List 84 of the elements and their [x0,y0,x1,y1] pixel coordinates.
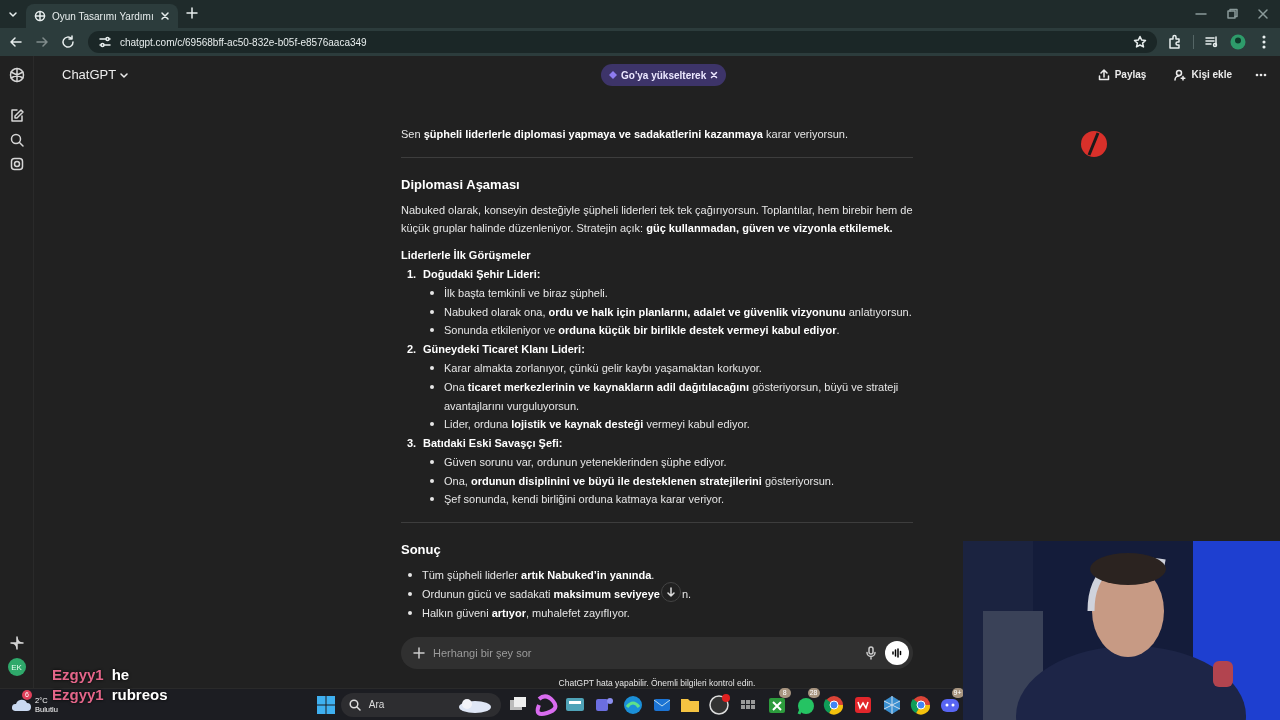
paragraph: Nabuked olarak, konseyin desteğiyle şüpheli liderleri tek tek çağırıyorsun. Toplantılar, hem birebir hem de küçük gruplar halinde düzenleniyor. Stratejin açık: güç kullanmadan, güven ve vizyonla etkilemek. [401,202,913,237]
close-icon[interactable] [1255,8,1271,20]
chat-username: Ezgyy1 [52,666,104,683]
list-number: 1. [407,266,418,282]
start-icon[interactable] [316,694,336,715]
bullet-dot [430,328,434,333]
url-text: chatgpt.com/c/69568bff-ac50-832e-b05f-e8576aaca349 [120,36,368,48]
list-item-title: Güneydeki Ticaret Klanı Lideri: [423,342,585,358]
list-item-text: Lider, orduna lojistik ve kaynak desteği vermeyi kabul ediyor. [444,417,750,433]
chat-message: rubreos [111,686,168,703]
bullet-dot [430,459,434,464]
voice-mode-button[interactable] [885,641,909,665]
bullet-dot [430,422,434,427]
tab-title: Oyun Tasarımı Yardımı [52,10,154,22]
share-icon [1097,68,1110,81]
list-number: 2. [407,342,418,358]
bullet-dot [430,384,434,389]
add-person-button[interactable]: Kişi ekle [1168,67,1238,82]
arrow-down-icon [665,586,676,597]
plus-icon[interactable] [413,647,425,659]
disclaimer-text: ChatGPT hata yapabilir. Önemli bilgileri kontrol edin. [557,678,757,688]
close-icon[interactable] [160,11,170,21]
bullet-dot [430,497,434,502]
list-item-text: Karar almakta zorlanıyor, çünkü gelir kaybı yaşamaktan korkuyor. [444,360,762,376]
new-chat-icon[interactable] [8,108,25,124]
library-icon[interactable] [8,156,25,172]
search-icon[interactable] [8,132,25,148]
list-item-text: İlk başta temkinli ve biraz şüpheli. [444,285,608,301]
search-icon [348,698,361,711]
swirl-icon[interactable] [534,692,559,717]
bullet-dot [430,478,434,483]
site-info-icon[interactable] [98,35,112,49]
bullet-dot [408,610,412,615]
waveform-icon [891,647,903,659]
model-selector[interactable]: ChatGPT [56,66,135,84]
paragraph: Sen şüpheli liderlerle diplomasi yapmaya ve sadakatlerini kazanmaya karar veriyorsun. [401,126,849,142]
search-placeholder: Ara [368,699,386,710]
new-tab-icon[interactable] [186,7,198,19]
back-icon[interactable] [8,34,24,50]
list-item-text: Tüm şüpheli liderler artık Nabuked’in yanında. [422,568,655,584]
section-heading: Diplomasi Aşaması [401,175,521,194]
reload-icon[interactable] [60,34,76,50]
list-item-text: Ordunun gücü ve sadakati maksimum seviyeye n. [422,584,692,604]
list-item-text: Ona, ordunun disiplinini ve büyü ile desteklenen stratejilerini gösteriyorsun. [444,473,834,489]
input-placeholder: Herhangi bir şey sor [433,647,533,659]
close-icon[interactable] [710,71,719,79]
upgrade-pill[interactable]: Go'ya yükselterek [601,64,727,86]
message-input[interactable]: Herhangi bir şey sor [401,637,913,669]
address-bar[interactable]: chatgpt.com/c/69568bff-ac50-832e-b05f-e8576aaca349 [88,31,1157,53]
bullet-dot [408,591,412,596]
extensions-icon[interactable] [1167,34,1183,50]
person-add-icon [1174,68,1187,81]
list-number: 3. [407,436,418,452]
forward-icon[interactable] [34,34,50,50]
list-item-text: Güven sorunu var, ordunun yeteneklerinden şüphe ediyor. [444,454,727,470]
list-item-title: Doğudaki Şehir Lideri: [423,266,541,282]
star-icon[interactable] [1133,35,1147,49]
bullet-dot [408,573,412,578]
share-button[interactable]: Paylaş [1091,67,1153,82]
bullet-dot [430,290,434,295]
sparkle-icon[interactable] [9,636,24,650]
list-item-text: Halkın güveni artıyor, muhalefet zayıflıyor. [422,605,630,621]
list-item-text: Ona ticaret merkezlerinin ve kaynakların adil dağıtılacağını gösteriyorsun, büyü ve strateji avantajlarını vurguluyorsun. [444,379,900,414]
list-item-text: Nabuked olarak ona, ordu ve halk için planlarını, adalet ve güvenlik vizyonunu anlatıyorsun. [444,304,912,320]
restore-icon[interactable] [1224,8,1240,20]
list-item-text: Şef sonunda, kendi birliğini orduna katmaya karar veriyor. [444,492,725,508]
bullet-dot [430,365,434,370]
diamond-icon [609,71,617,79]
subheading: Liderlerle İlk Görüşmeler [401,248,532,264]
scroll-down-button[interactable] [660,581,681,602]
browser-tab[interactable]: Oyun Tasarımı Yardımı [26,4,178,28]
microphone-icon[interactable] [865,646,877,660]
list-item-text: Sonunda etkileniyor ve orduna küçük bir birlikle destek vermeyi kabul ediyor. [444,323,840,339]
media-icon[interactable] [1204,34,1220,50]
profile-avatar-icon[interactable] [1230,34,1246,50]
list-item-title: Batıdaki Eski Savaşçı Şefi: [423,436,563,452]
slashed-circle-icon[interactable] [1080,130,1108,158]
chat-username: Ezgyy1 [52,686,104,703]
chevron-down-icon [120,70,129,79]
record-icon[interactable] [707,692,732,717]
search-field[interactable]: Ara [340,692,501,717]
bullet-dot [430,309,434,314]
section-heading: Sonuç [401,541,442,560]
chat-message: he [111,666,130,683]
